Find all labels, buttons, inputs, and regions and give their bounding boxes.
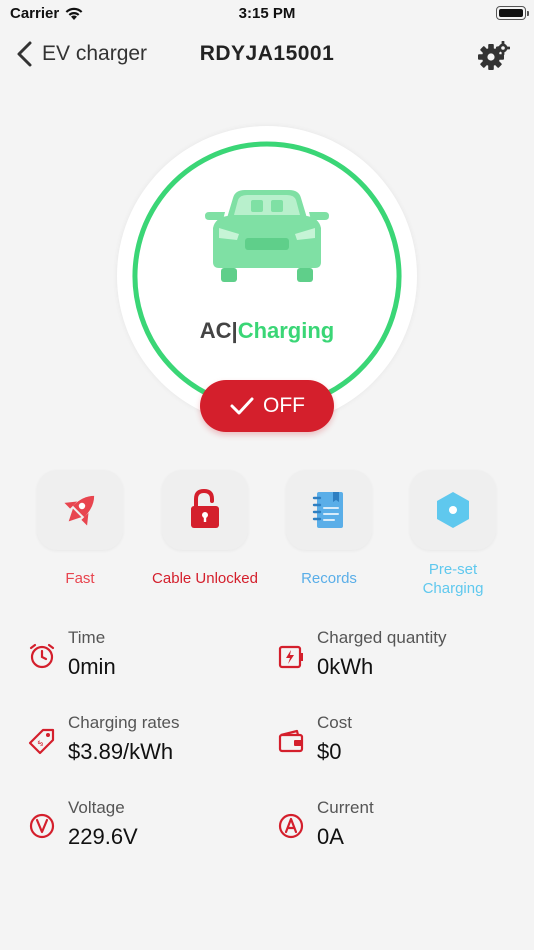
checkmark-icon: [230, 397, 254, 415]
fast-charge-tile: [37, 470, 123, 550]
charging-mode-type: AC|: [199, 318, 238, 343]
notebook-icon: [312, 492, 343, 528]
info-charged-quantity: Charged quantity 0kWh: [277, 628, 517, 688]
preset-charging-label-line2: Charging: [422, 580, 484, 597]
voltage-value: 229.6V: [68, 824, 138, 849]
cable-lock-button[interactable]: Cable Unlocked: [143, 470, 267, 588]
rocket-icon: [64, 495, 95, 526]
cost-label: Cost: [317, 713, 352, 732]
price-tag-icon: $: [28, 728, 55, 755]
charged-quantity-label: Charged quantity: [317, 628, 447, 647]
charging-rates-value: $3.89/kWh: [68, 739, 174, 764]
charging-status: Charging: [237, 318, 335, 343]
fast-charge-button[interactable]: Fast: [18, 470, 142, 588]
status-time: 3:15 PM: [238, 5, 296, 22]
battery-bolt-icon: [278, 645, 303, 669]
action-row: Fast Cable Unlocked Records Pre-set Char…: [0, 470, 534, 610]
preset-charging-label: Pre-set Charging: [391, 560, 515, 598]
wallet-icon: [278, 729, 304, 753]
charged-quantity-value: 0kWh: [317, 654, 374, 679]
charging-mode-label: AC|Charging: [117, 318, 417, 344]
info-voltage: Voltage 229.6V: [28, 798, 268, 858]
hexagon-icon: [437, 492, 469, 528]
car-icon: [205, 190, 329, 282]
cable-lock-label: Cable Unlocked: [152, 570, 258, 587]
nav-bar: EV charger RDYJA15001: [0, 28, 534, 80]
current-value: 0A: [317, 824, 344, 849]
records-label: Records: [301, 570, 357, 587]
preset-charging-button[interactable]: Pre-set Charging: [391, 470, 515, 598]
time-label: Time: [68, 628, 106, 647]
preset-charging-tile: [410, 470, 496, 550]
current-label: Current: [317, 798, 374, 817]
page-title: RDYJA15001: [199, 42, 335, 65]
info-time: Time 0min: [28, 628, 268, 688]
gear-icon[interactable]: [476, 38, 512, 72]
ampere-icon: [278, 813, 304, 839]
cable-lock-tile: [162, 470, 248, 550]
off-button-label: OFF: [263, 394, 305, 417]
status-bar: Carrier 3:15 PM: [0, 0, 534, 28]
info-current: Current 0A: [277, 798, 517, 858]
info-cost: Cost $0: [277, 713, 517, 773]
svg-text:$: $: [35, 738, 45, 748]
voltage-icon: [29, 813, 55, 839]
time-value: 0min: [68, 654, 116, 679]
voltage-label: Voltage: [68, 798, 125, 817]
info-charging-rates: $ Charging rates $3.89/kWh: [28, 713, 268, 773]
records-button[interactable]: Records: [267, 470, 391, 588]
cost-value: $0: [317, 739, 342, 764]
battery-icon: [496, 6, 529, 20]
preset-charging-label-line1: Pre-set: [428, 561, 478, 578]
charging-rates-label: Charging rates: [68, 713, 180, 732]
records-tile: [286, 470, 372, 550]
off-button[interactable]: OFF: [200, 380, 334, 432]
fast-charge-label: Fast: [65, 570, 95, 587]
alarm-clock-icon: [29, 643, 55, 669]
unlocked-padlock-icon: [191, 488, 219, 528]
